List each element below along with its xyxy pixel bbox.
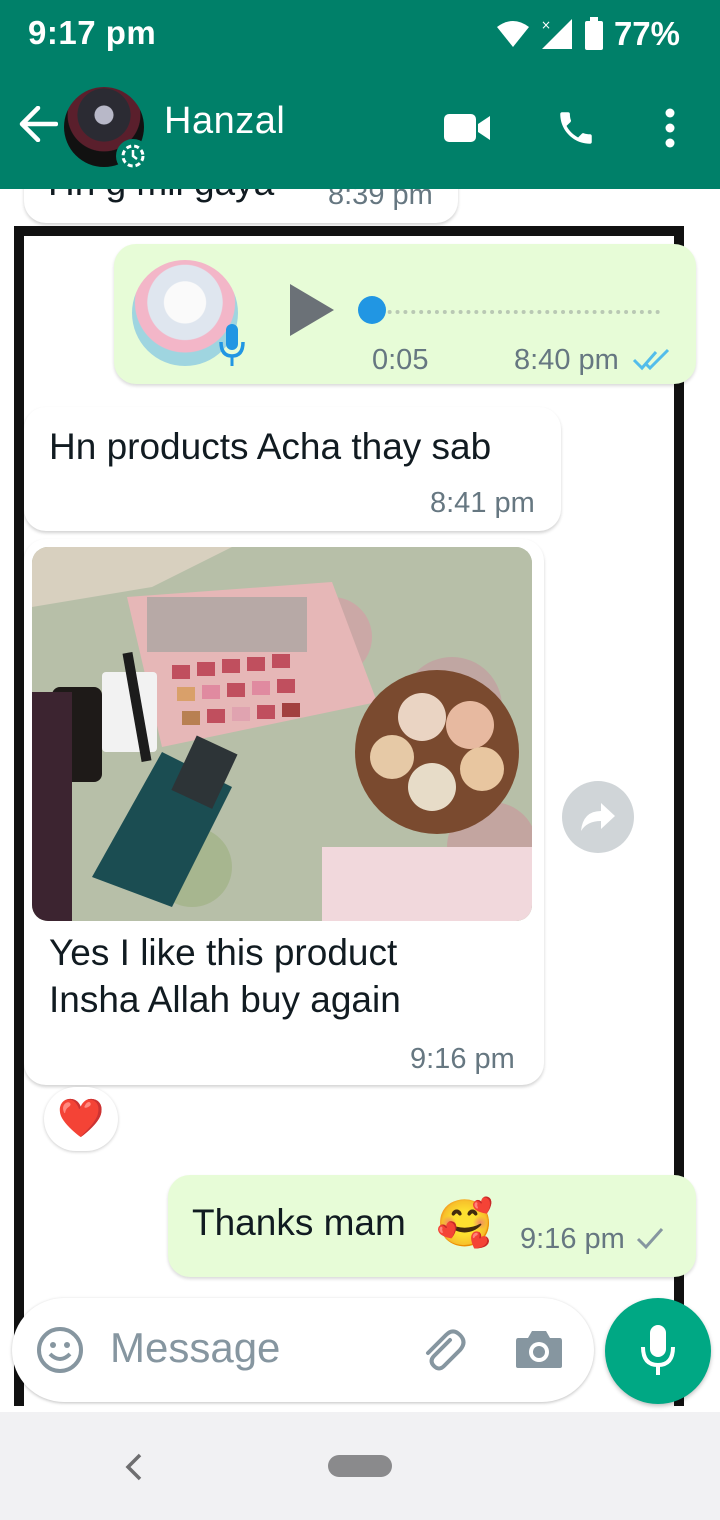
camera-icon[interactable]	[514, 1328, 564, 1370]
forward-button[interactable]	[562, 781, 634, 853]
status-time: 9:17 pm	[28, 14, 157, 51]
message-photo[interactable]	[32, 547, 532, 921]
voice-progress-thumb[interactable]	[358, 296, 386, 324]
attach-icon[interactable]	[416, 1324, 468, 1376]
message-text: Thanks mam	[192, 1202, 406, 1243]
message-time: 8:41 pm	[430, 487, 535, 519]
battery-icon	[584, 17, 603, 50]
toolbar: Hanzal	[0, 78, 720, 178]
message-list[interactable]: Hn g mil gaya 8:39 pm 0:05 8:40 pm Hn pr…	[0, 189, 720, 1412]
status-ring-badge	[116, 139, 150, 173]
photo-caption-line2: Insha Allah buy again	[49, 979, 401, 1020]
emoji-icon[interactable]	[36, 1326, 84, 1374]
smiling-face-hearts-emoji: 🥰	[436, 1197, 494, 1249]
voice-progress-track[interactable]	[364, 310, 660, 314]
message-time: 8:39 pm	[328, 189, 433, 211]
svg-text:×: ×	[541, 18, 551, 32]
double-check-read-icon	[632, 348, 670, 371]
mic-icon	[641, 1325, 675, 1375]
wifi-icon	[496, 21, 529, 47]
phone-icon	[560, 112, 592, 144]
forward-icon	[581, 803, 615, 831]
status-icons: × 77%	[496, 12, 680, 56]
nav-back-icon[interactable]	[124, 1452, 144, 1482]
message-incoming[interactable]: Hn products Acha thay sab 8:41 pm	[24, 407, 561, 531]
reaction-badge[interactable]: ❤️	[44, 1087, 118, 1151]
message-text: Hn g mil gaya	[48, 189, 274, 207]
message-composer: Message	[12, 1298, 594, 1402]
message-time: 8:40 pm	[514, 344, 619, 376]
photo-caption-line1: Yes I like this product	[49, 932, 398, 973]
photo-content	[32, 547, 532, 921]
message-text: Hn products Acha thay sab	[49, 426, 492, 467]
cell-signal-icon: ×	[541, 18, 572, 49]
image-message[interactable]: Yes I like this product Insha Allah buy …	[24, 539, 544, 1085]
heart-reaction-icon: ❤️	[57, 1098, 105, 1140]
message-outgoing[interactable]: Thanks mam 🥰 9:16 pm	[168, 1175, 696, 1277]
voice-call-button[interactable]	[550, 102, 602, 154]
contact-avatar[interactable]	[64, 87, 150, 173]
chat-header: 9:17 pm × 77% Hanzal	[0, 0, 720, 189]
video-camera-icon	[444, 114, 490, 142]
play-button[interactable]	[286, 282, 336, 338]
arrow-back-icon	[19, 106, 58, 142]
nav-home-pill[interactable]	[328, 1455, 392, 1477]
voice-record-button[interactable]	[605, 1298, 711, 1404]
single-check-icon	[636, 1228, 664, 1250]
message-incoming[interactable]: Hn g mil gaya 8:39 pm	[24, 189, 458, 223]
back-button[interactable]	[14, 100, 62, 148]
contact-name[interactable]: Hanzal	[164, 100, 285, 143]
more-options-button[interactable]	[644, 102, 696, 154]
more-vert-icon	[665, 108, 675, 148]
message-time: 9:16 pm	[520, 1223, 625, 1255]
mic-icon	[219, 324, 245, 366]
status-bar: 9:17 pm × 77%	[0, 0, 720, 68]
message-time: 9:16 pm	[410, 1043, 515, 1075]
video-call-button[interactable]	[442, 102, 494, 154]
status-icon	[121, 144, 145, 168]
voice-message[interactable]: 0:05 8:40 pm	[114, 244, 696, 384]
battery-percent: 77%	[613, 15, 680, 52]
message-input[interactable]: Message	[110, 1324, 280, 1372]
voice-duration: 0:05	[372, 344, 429, 376]
